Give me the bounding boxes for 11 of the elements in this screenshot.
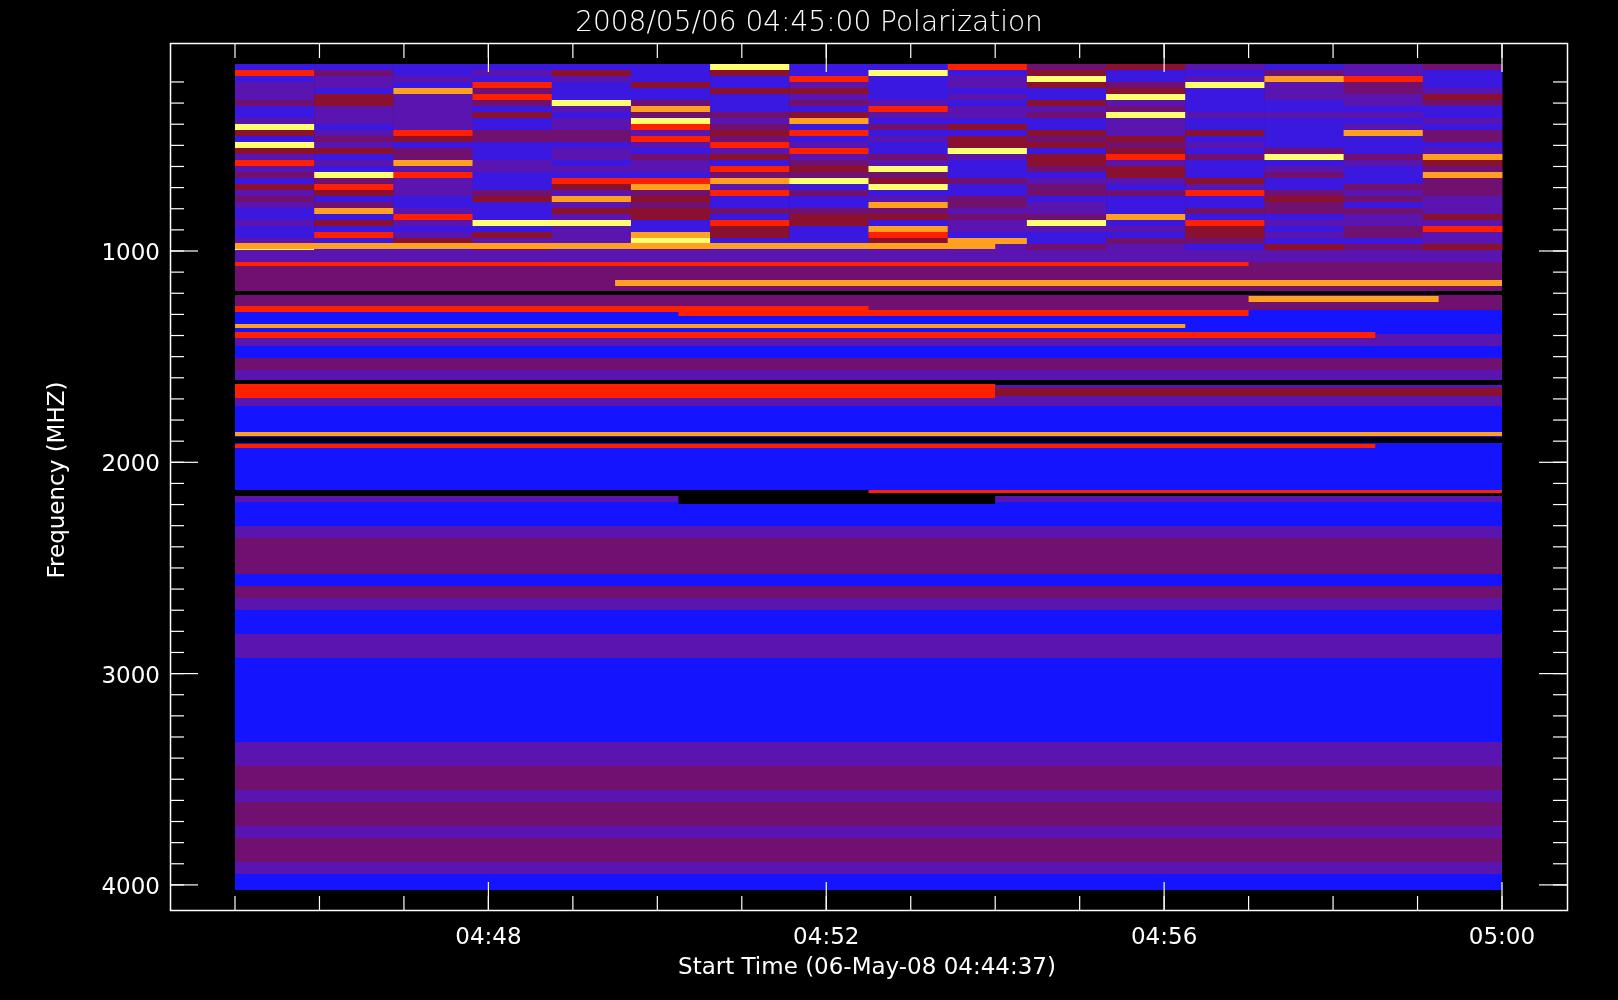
y-axis-label: Frequency (MHZ) <box>43 381 69 579</box>
plot-title: 2008/05/06 04:45:00 Polarization <box>575 5 1043 38</box>
x-axis-label: Start Time (06-May-08 04:44:37) <box>678 953 1056 979</box>
axis-tick-label: 3000 <box>101 661 160 688</box>
axis-tick-label: 05:00 <box>1468 923 1536 949</box>
axis-tick-label: 04:52 <box>793 923 860 949</box>
axis-tick-label: 04:56 <box>1131 923 1198 949</box>
axis-tick-label: 1000 <box>101 239 160 265</box>
axis-tick-label: 04:48 <box>455 923 522 949</box>
axis-tick-label: 2000 <box>101 450 160 477</box>
axis-tick-label: 4000 <box>101 872 160 899</box>
